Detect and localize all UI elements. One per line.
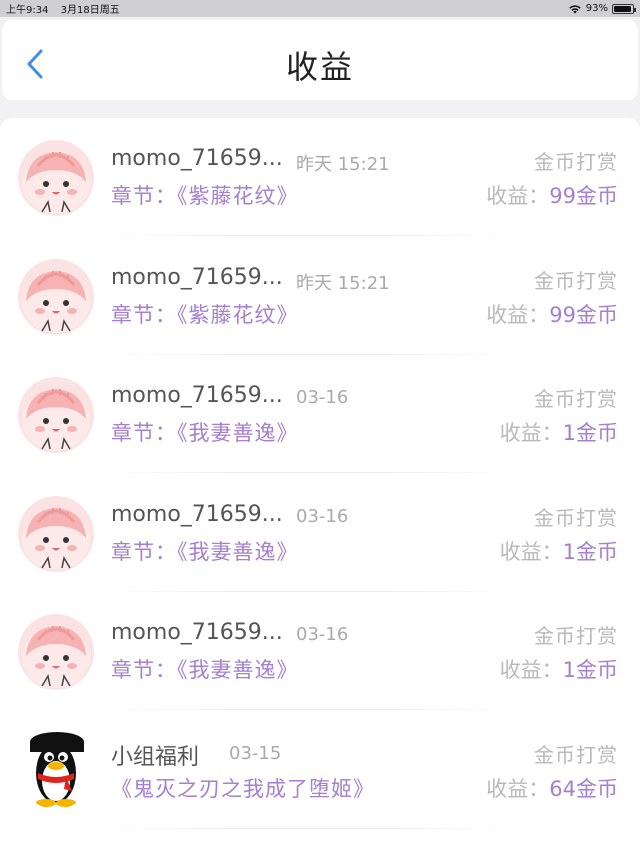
earnings: 收益：99金币 — [486, 299, 618, 329]
status-date: 3月18日周五 — [60, 5, 120, 16]
list-item[interactable]: momo_71659... 昨天 15:21 金币打赏章节：《紫藤花纹》 收益：99金… — [0, 237, 640, 355]
user-name[interactable]: momo_71659... — [111, 265, 283, 290]
divider — [110, 827, 510, 829]
list-item[interactable]: momo_71659... 03-16 金币打赏章节：《我妻善逸》 收益：1金币 — [0, 355, 640, 473]
battery-percent: 93% — [585, 3, 608, 14]
avatar[interactable] — [18, 140, 94, 216]
chapter-link[interactable]: 章节：《我妻善逸》 — [111, 654, 299, 684]
list-item[interactable]: momo_71659... 03-16 金币打赏章节：《我妻善逸》 收益：1金币 — [0, 592, 640, 710]
earnings: 收益：1金币 — [500, 536, 618, 566]
wifi-icon — [568, 4, 581, 13]
user-name[interactable]: momo_71659... — [111, 620, 283, 645]
user-name[interactable]: momo_71659... — [111, 502, 283, 527]
user-name[interactable]: momo_71659... — [111, 383, 283, 408]
chapter-title: 《紫藤花纹》 — [177, 302, 299, 327]
reward-type: 金币打赏 — [534, 150, 618, 174]
chapter-prefix: 章节： — [111, 539, 177, 564]
avatar[interactable] — [18, 495, 94, 572]
earnings-label: 收益： — [486, 302, 550, 327]
timestamp: 昨天 15:21 — [296, 154, 390, 175]
earnings-label: 收益： — [499, 421, 563, 445]
user-name[interactable]: momo_71659... — [111, 146, 283, 171]
earnings-amount: 64金币 — [549, 776, 618, 801]
earnings-amount: 1金币 — [562, 421, 618, 445]
reward-type: 金币打赏 — [534, 387, 618, 411]
earnings: 收益：99金币 — [486, 180, 618, 210]
avatar[interactable] — [18, 614, 94, 690]
earnings: 收益：1金币 — [500, 654, 618, 684]
next-avatar-peek — [30, 732, 84, 752]
earnings-amount: 1金币 — [562, 658, 618, 682]
reward-type: 金币打赏 — [534, 624, 618, 648]
chapter-prefix: 章节： — [111, 658, 177, 682]
status-bar: 上午9:34 3月18日周五 93% — [0, 0, 640, 17]
earnings-label: 收益： — [486, 776, 550, 801]
timestamp: 昨天 15:21 — [296, 272, 390, 294]
avatar[interactable] — [18, 258, 94, 335]
chapter-title: 《我妻善逸》 — [177, 421, 299, 445]
chapter-title: 《紫藤花纹》 — [177, 184, 299, 208]
timestamp: 03-16 — [296, 387, 349, 408]
chapter-title: 《鬼灭之刃之我成了堕姬》 — [111, 776, 375, 801]
chapter-link[interactable]: 章节：《我妻善逸》 — [111, 536, 299, 566]
earnings-label: 收益： — [499, 658, 563, 682]
chapter-link[interactable]: 《鬼灭之刃之我成了堕姬》 — [111, 773, 375, 803]
earnings-amount: 99金币 — [549, 184, 618, 208]
earnings-amount: 1金币 — [562, 539, 618, 564]
timestamp: 03-16 — [296, 505, 349, 527]
chapter-title: 《我妻善逸》 — [177, 539, 299, 564]
avatar[interactable] — [18, 377, 94, 453]
chapter-link[interactable]: 章节：《紫藤花纹》 — [111, 180, 299, 210]
timestamp: 03-16 — [296, 624, 349, 645]
earnings-label: 收益： — [499, 539, 563, 564]
chapter-title: 《我妻善逸》 — [177, 658, 299, 682]
chapter-prefix: 章节： — [111, 184, 177, 208]
chapter-link[interactable]: 章节：《我妻善逸》 — [111, 417, 299, 447]
chapter-prefix: 章节： — [111, 421, 177, 445]
list-item[interactable]: momo_71659... 昨天 15:21 金币打赏章节：《紫藤花纹》 收益：99金… — [0, 118, 640, 236]
nav-bar: 收益 — [2, 20, 638, 100]
earnings-label: 收益： — [486, 184, 550, 208]
earnings-amount: 99金币 — [549, 302, 618, 327]
chapter-prefix: 章节： — [111, 302, 177, 327]
page-title: 收益 — [285, 48, 354, 86]
status-left: 上午9:34 3月18日周五 — [6, 1, 129, 16]
reward-type: 金币打赏 — [534, 742, 618, 767]
reward-type: 金币打赏 — [534, 505, 618, 530]
user-name[interactable]: 小组福利 — [111, 739, 199, 771]
earnings: 收益：1金币 — [500, 417, 618, 447]
earnings: 收益：64金币 — [486, 773, 618, 803]
reward-type: 金币打赏 — [534, 268, 618, 293]
earnings-list: momo_71659... 昨天 15:21 金币打赏 章节：《紫藤花纹》 收益：99金… — [0, 118, 640, 853]
list-item[interactable]: 小组福利 03-15 金币打赏《鬼灭之刃之我成了堕姬》 收益：64金币 — [0, 711, 640, 829]
battery-icon — [612, 3, 636, 14]
list-item[interactable]: momo_71659... 03-16 金币打赏章节：《我妻善逸》 收益：1金币 — [0, 474, 640, 592]
status-right: 93% — [568, 3, 636, 14]
chapter-link[interactable]: 章节：《紫藤花纹》 — [111, 299, 299, 329]
status-time: 上午9:34 — [6, 5, 49, 16]
battery-fill — [614, 5, 631, 12]
timestamp: 03-15 — [229, 742, 282, 764]
